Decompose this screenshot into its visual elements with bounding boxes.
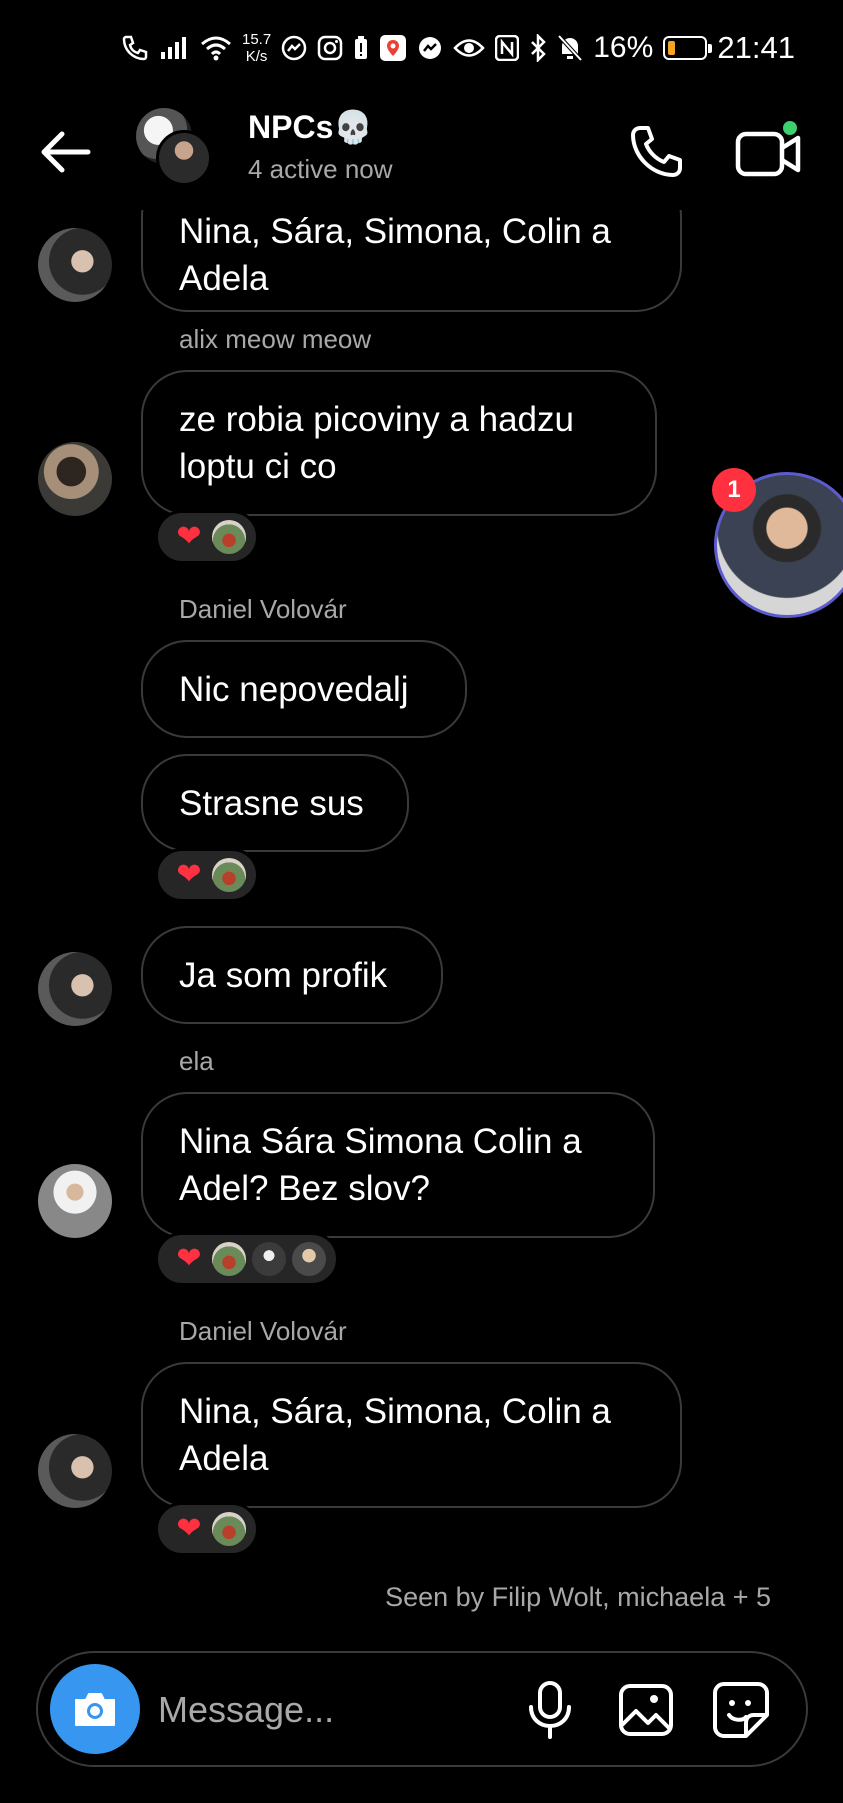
network-speed-value: 15.7: [242, 31, 272, 48]
sender-avatar[interactable]: [38, 442, 112, 516]
sender-avatar[interactable]: [38, 1434, 112, 1508]
message-bubble[interactable]: Nina, Sára, Simona, Colin a Adela: [141, 210, 682, 312]
message-reactions[interactable]: ❤: [155, 510, 259, 564]
messenger-icon: [281, 35, 307, 61]
camera-icon: [75, 1693, 115, 1726]
instagram-icon: [317, 35, 343, 61]
sender-name: alix meow meow: [179, 324, 372, 354]
call-button[interactable]: [626, 122, 686, 182]
message-bubble[interactable]: Nina, Sára, Simona, Colin a Adela: [141, 1362, 682, 1508]
wifi-calling-icon: [120, 33, 150, 63]
sticker-button[interactable]: [710, 1679, 772, 1741]
message-bubble[interactable]: Nina Sára Simona Colin a Adel? Bez slov?: [141, 1092, 655, 1238]
reactor-avatar: [212, 1242, 246, 1276]
chat-title[interactable]: NPCs💀: [248, 108, 373, 146]
message-reactions[interactable]: ❤: [155, 1502, 259, 1556]
message-bubble[interactable]: Ja som profik: [141, 926, 443, 1024]
voice-message-button[interactable]: [520, 1679, 580, 1741]
battery-icon: [663, 36, 713, 60]
maps-icon: [379, 34, 407, 62]
message-input[interactable]: [158, 1681, 458, 1739]
reactor-avatar: [292, 1242, 326, 1276]
image-icon: [619, 1684, 673, 1736]
video-call-button[interactable]: [734, 118, 806, 184]
message-bubble[interactable]: Strasne sus: [141, 754, 409, 852]
group-avatar[interactable]: [136, 108, 216, 188]
active-status: 4 active now: [248, 154, 393, 184]
microphone-icon: [529, 1681, 571, 1739]
heart-icon: ❤: [176, 1512, 202, 1545]
message-bubble[interactable]: ze robia picoviny a hadzu loptu ci co: [141, 370, 657, 516]
eye-icon: [453, 37, 485, 59]
battery-percentage: 16%: [593, 31, 654, 64]
message-reactions[interactable]: ❤: [155, 848, 259, 902]
phone-icon: [631, 126, 682, 177]
network-speed: 15.7 K/s: [242, 31, 271, 65]
heart-icon: ❤: [176, 520, 202, 553]
message-bubble[interactable]: Nic nepovedalj: [141, 640, 467, 738]
arrow-left-icon: [41, 131, 91, 173]
bluetooth-icon: [529, 34, 547, 62]
network-speed-unit: K/s: [245, 48, 268, 65]
wifi-icon: [200, 35, 232, 61]
mute-bell-icon: [557, 34, 583, 62]
message-composer: [36, 1651, 808, 1767]
back-button[interactable]: [36, 122, 96, 182]
sender-name: Daniel Volovár: [179, 594, 347, 624]
unread-badge: 1: [712, 468, 756, 512]
sender-name: ela: [179, 1046, 214, 1076]
reactor-avatar: [212, 1512, 246, 1546]
status-bar: 15.7 K/s 16% 21:41: [0, 0, 843, 100]
messenger-icon-2: [417, 35, 443, 61]
group-avatar-2: [156, 130, 212, 186]
message-thread[interactable]: Nina, Sára, Simona, Colin a Adela alix m…: [0, 210, 843, 1630]
reactor-avatar: [212, 520, 246, 554]
heart-icon: ❤: [176, 1242, 202, 1275]
message-reactions[interactable]: ❤: [155, 1232, 339, 1286]
nfc-icon: [495, 35, 520, 61]
sender-avatar[interactable]: [38, 952, 112, 1026]
sender-avatar[interactable]: [38, 228, 112, 302]
battery-alert-icon: [353, 35, 369, 61]
sticker-icon: [713, 1682, 769, 1738]
active-indicator-dot: [780, 118, 800, 138]
signal-icon: [160, 36, 190, 60]
sender-name: Daniel Volovár: [179, 1316, 347, 1346]
reactor-avatar: [252, 1242, 286, 1276]
heart-icon: ❤: [176, 858, 202, 891]
seen-by-label: Seen by Filip Wolt, michaela + 5: [385, 1582, 771, 1612]
status-icons: 15.7 K/s 16%: [120, 28, 713, 68]
gallery-button[interactable]: [616, 1679, 676, 1741]
reactor-avatar: [212, 858, 246, 892]
camera-button[interactable]: [50, 1664, 140, 1754]
sender-avatar[interactable]: [38, 1164, 112, 1238]
chat-header: NPCs💀 4 active now: [0, 100, 843, 210]
clock: 21:41: [717, 30, 795, 65]
